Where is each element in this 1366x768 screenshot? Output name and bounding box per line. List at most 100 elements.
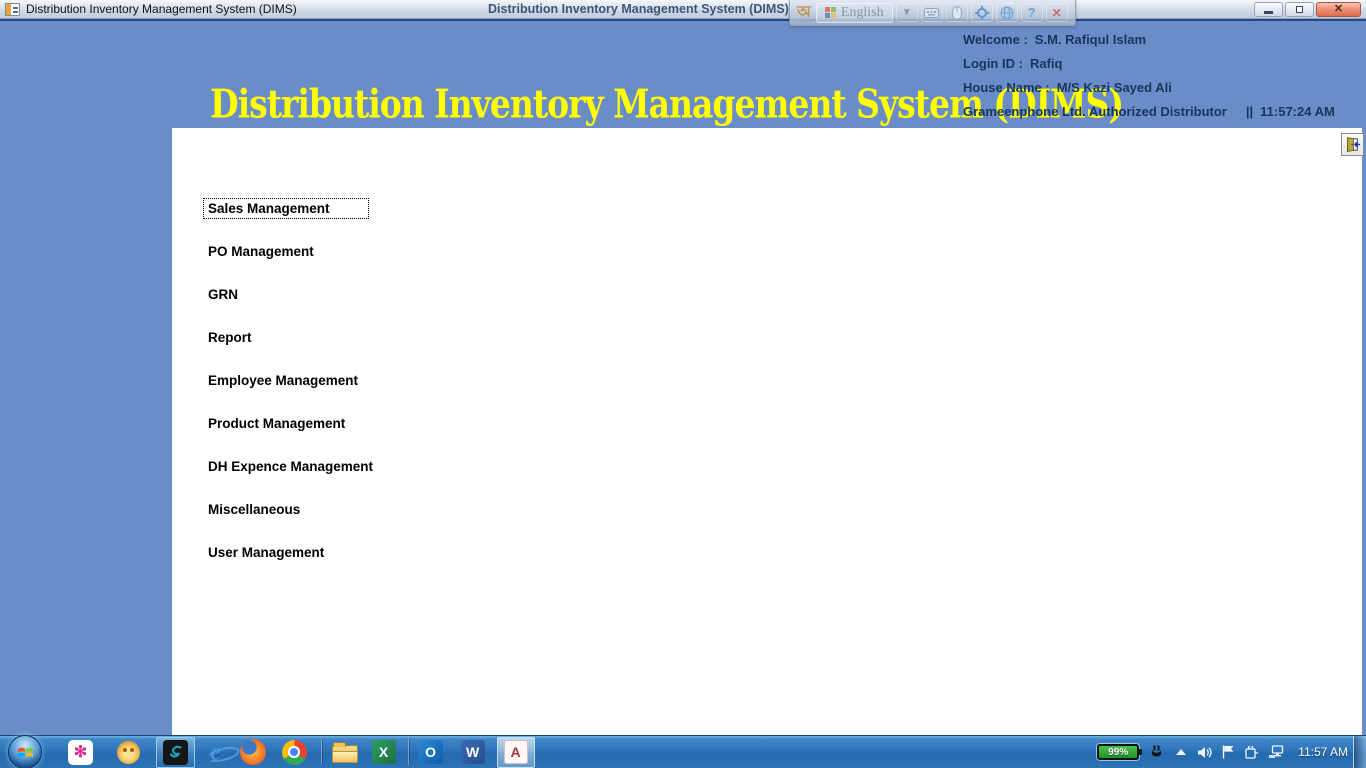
- keyboard-icon: [924, 7, 940, 18]
- remove-hardware[interactable]: [1244, 745, 1259, 759]
- flower-app-icon: ✻: [68, 739, 93, 765]
- menu-item-product-management[interactable]: Product Management: [203, 413, 350, 434]
- exit-door-icon: [1346, 137, 1361, 153]
- volume-control[interactable]: [1197, 746, 1213, 759]
- network-icon: [1269, 745, 1284, 758]
- outlook-icon: O: [418, 740, 443, 764]
- windows-language-icon: [824, 7, 836, 18]
- close-icon: ✕: [1333, 3, 1344, 15]
- menu-item-grn[interactable]: GRN: [203, 284, 243, 305]
- right-border-strip: [1362, 128, 1366, 735]
- separator: ||: [1245, 104, 1254, 119]
- taskbar-app-photo-viewer[interactable]: [117, 740, 140, 764]
- keyboard-layout-button[interactable]: [920, 3, 943, 22]
- language-bar: অ English ▼ ? ✕: [789, 0, 1076, 26]
- main-panel: Sales Management PO Management GRN Repor…: [172, 128, 1364, 735]
- main-menu: Sales Management PO Management GRN Repor…: [203, 198, 378, 585]
- taskbar-app-excel[interactable]: X: [371, 740, 396, 764]
- left-sidebar: [0, 128, 172, 735]
- window-titlebar: Distribution Inventory Management System…: [0, 0, 1366, 19]
- show-desktop-button[interactable]: [1353, 736, 1366, 768]
- menu-item-miscellaneous[interactable]: Miscellaneous: [203, 499, 305, 520]
- mouse-icon: [951, 5, 962, 20]
- minimize-icon: [1264, 10, 1273, 14]
- menu-item-user-management[interactable]: User Management: [203, 542, 329, 563]
- user-info-panel: Welcome : S.M. Rafiqul Islam Login ID : …: [963, 32, 1358, 128]
- speaker-icon: [1198, 746, 1212, 758]
- menu-item-dh-expence-management[interactable]: DH Expence Management: [203, 456, 378, 477]
- menu-item-po-management[interactable]: PO Management: [203, 241, 319, 262]
- start-button[interactable]: [8, 735, 42, 768]
- exit-form-button[interactable]: [1341, 133, 1364, 156]
- close-button[interactable]: ✕: [1316, 2, 1361, 17]
- taskbar-app-explorer[interactable]: [331, 741, 358, 763]
- taskbar: ✻ e X O W A 99% 11:57 AM: [0, 735, 1366, 768]
- taskbar-app-access-active[interactable]: A: [496, 736, 535, 768]
- plug-icon: [1152, 745, 1162, 757]
- taskbar-app-word[interactable]: W: [460, 740, 485, 764]
- app-header: Distribution Inventory Management System…: [0, 19, 1366, 128]
- show-hidden-icons-button[interactable]: [1176, 749, 1187, 755]
- network-status[interactable]: [1268, 745, 1285, 759]
- web-tools-button[interactable]: [995, 3, 1018, 22]
- taskbar-app-internet-explorer[interactable]: e: [210, 739, 222, 765]
- flag-icon: [1222, 745, 1234, 759]
- taskbar-app-dims-active[interactable]: [156, 736, 195, 768]
- folder-icon: [331, 741, 358, 763]
- menu-item-report[interactable]: Report: [203, 327, 257, 348]
- background-window-title: Distribution Inventory Management System…: [488, 2, 789, 16]
- restore-button[interactable]: [1285, 2, 1314, 17]
- battery-indicator[interactable]: 99%: [1097, 744, 1143, 760]
- taskbar-app-flower[interactable]: ✻: [68, 739, 93, 765]
- chrome-icon: [281, 739, 307, 765]
- language-select-button[interactable]: English: [815, 2, 893, 23]
- help-button[interactable]: ?: [1020, 3, 1043, 22]
- help-icon: ?: [1027, 5, 1036, 20]
- action-center[interactable]: [1222, 745, 1235, 759]
- login-value: Rafiq: [1029, 56, 1063, 71]
- grameenphone-logo-icon: [163, 739, 188, 765]
- windows-flag-icon: [17, 747, 33, 757]
- menu-item-sales-management[interactable]: Sales Management: [203, 198, 369, 219]
- taskbar-separator: [407, 739, 409, 765]
- taskbar-clock[interactable]: 11:57 AM: [1298, 745, 1348, 759]
- menu-item-employee-management[interactable]: Employee Management: [203, 370, 363, 391]
- distributor-text: Grameenphone Ltd. Authorized Distributor: [963, 104, 1227, 119]
- language-label: English: [840, 4, 884, 20]
- distributor-line: Grameenphone Ltd. Authorized Distributor…: [963, 104, 1358, 128]
- login-line: Login ID : Rafiq: [963, 56, 1358, 80]
- screen: Distribution Inventory Management System…: [0, 0, 1366, 768]
- header-clock: 11:57:24 AM: [1260, 104, 1335, 119]
- mouse-mode-button[interactable]: [945, 3, 968, 22]
- taskbar-app-outlook[interactable]: O: [418, 740, 443, 764]
- power-plug-indicator[interactable]: [1148, 745, 1165, 760]
- window-controls: ✕: [1254, 2, 1361, 17]
- battery-percent: 99%: [1108, 746, 1129, 758]
- orange-app-icon: [117, 740, 140, 764]
- taskbar-app-chrome[interactable]: [281, 739, 307, 765]
- globe-icon: [1000, 6, 1014, 19]
- settings-button[interactable]: [970, 3, 993, 22]
- language-bar-close-button[interactable]: ✕: [1045, 3, 1068, 22]
- system-tray: 99% 11:57 AM: [1097, 744, 1366, 760]
- house-label: House Name :: [963, 80, 1050, 95]
- login-label: Login ID :: [963, 56, 1023, 71]
- welcome-value: S.M. Rafiqul Islam: [1034, 32, 1147, 47]
- taskbar-separator: [320, 739, 322, 765]
- welcome-line: Welcome : S.M. Rafiqul Islam: [963, 32, 1358, 56]
- avro-keyboard-icon[interactable]: অ: [797, 0, 811, 26]
- language-dropdown-button[interactable]: ▼: [895, 3, 918, 22]
- minimize-button[interactable]: [1254, 2, 1283, 17]
- access-icon: A: [503, 740, 528, 764]
- word-icon: W: [460, 740, 485, 764]
- access-form-icon: [5, 2, 20, 16]
- app-title: Distribution Inventory Management System…: [210, 81, 1124, 128]
- taskbar-app-firefox[interactable]: [239, 739, 266, 765]
- battery-icon: 99%: [1097, 744, 1143, 760]
- close-icon: ✕: [1051, 5, 1062, 20]
- gear-icon: [974, 5, 989, 20]
- window-title: Distribution Inventory Management System…: [26, 2, 297, 16]
- excel-icon: X: [371, 740, 396, 764]
- welcome-label: Welcome :: [963, 32, 1028, 47]
- house-line: House Name : M/S Kazi Sayed Ali: [963, 80, 1358, 104]
